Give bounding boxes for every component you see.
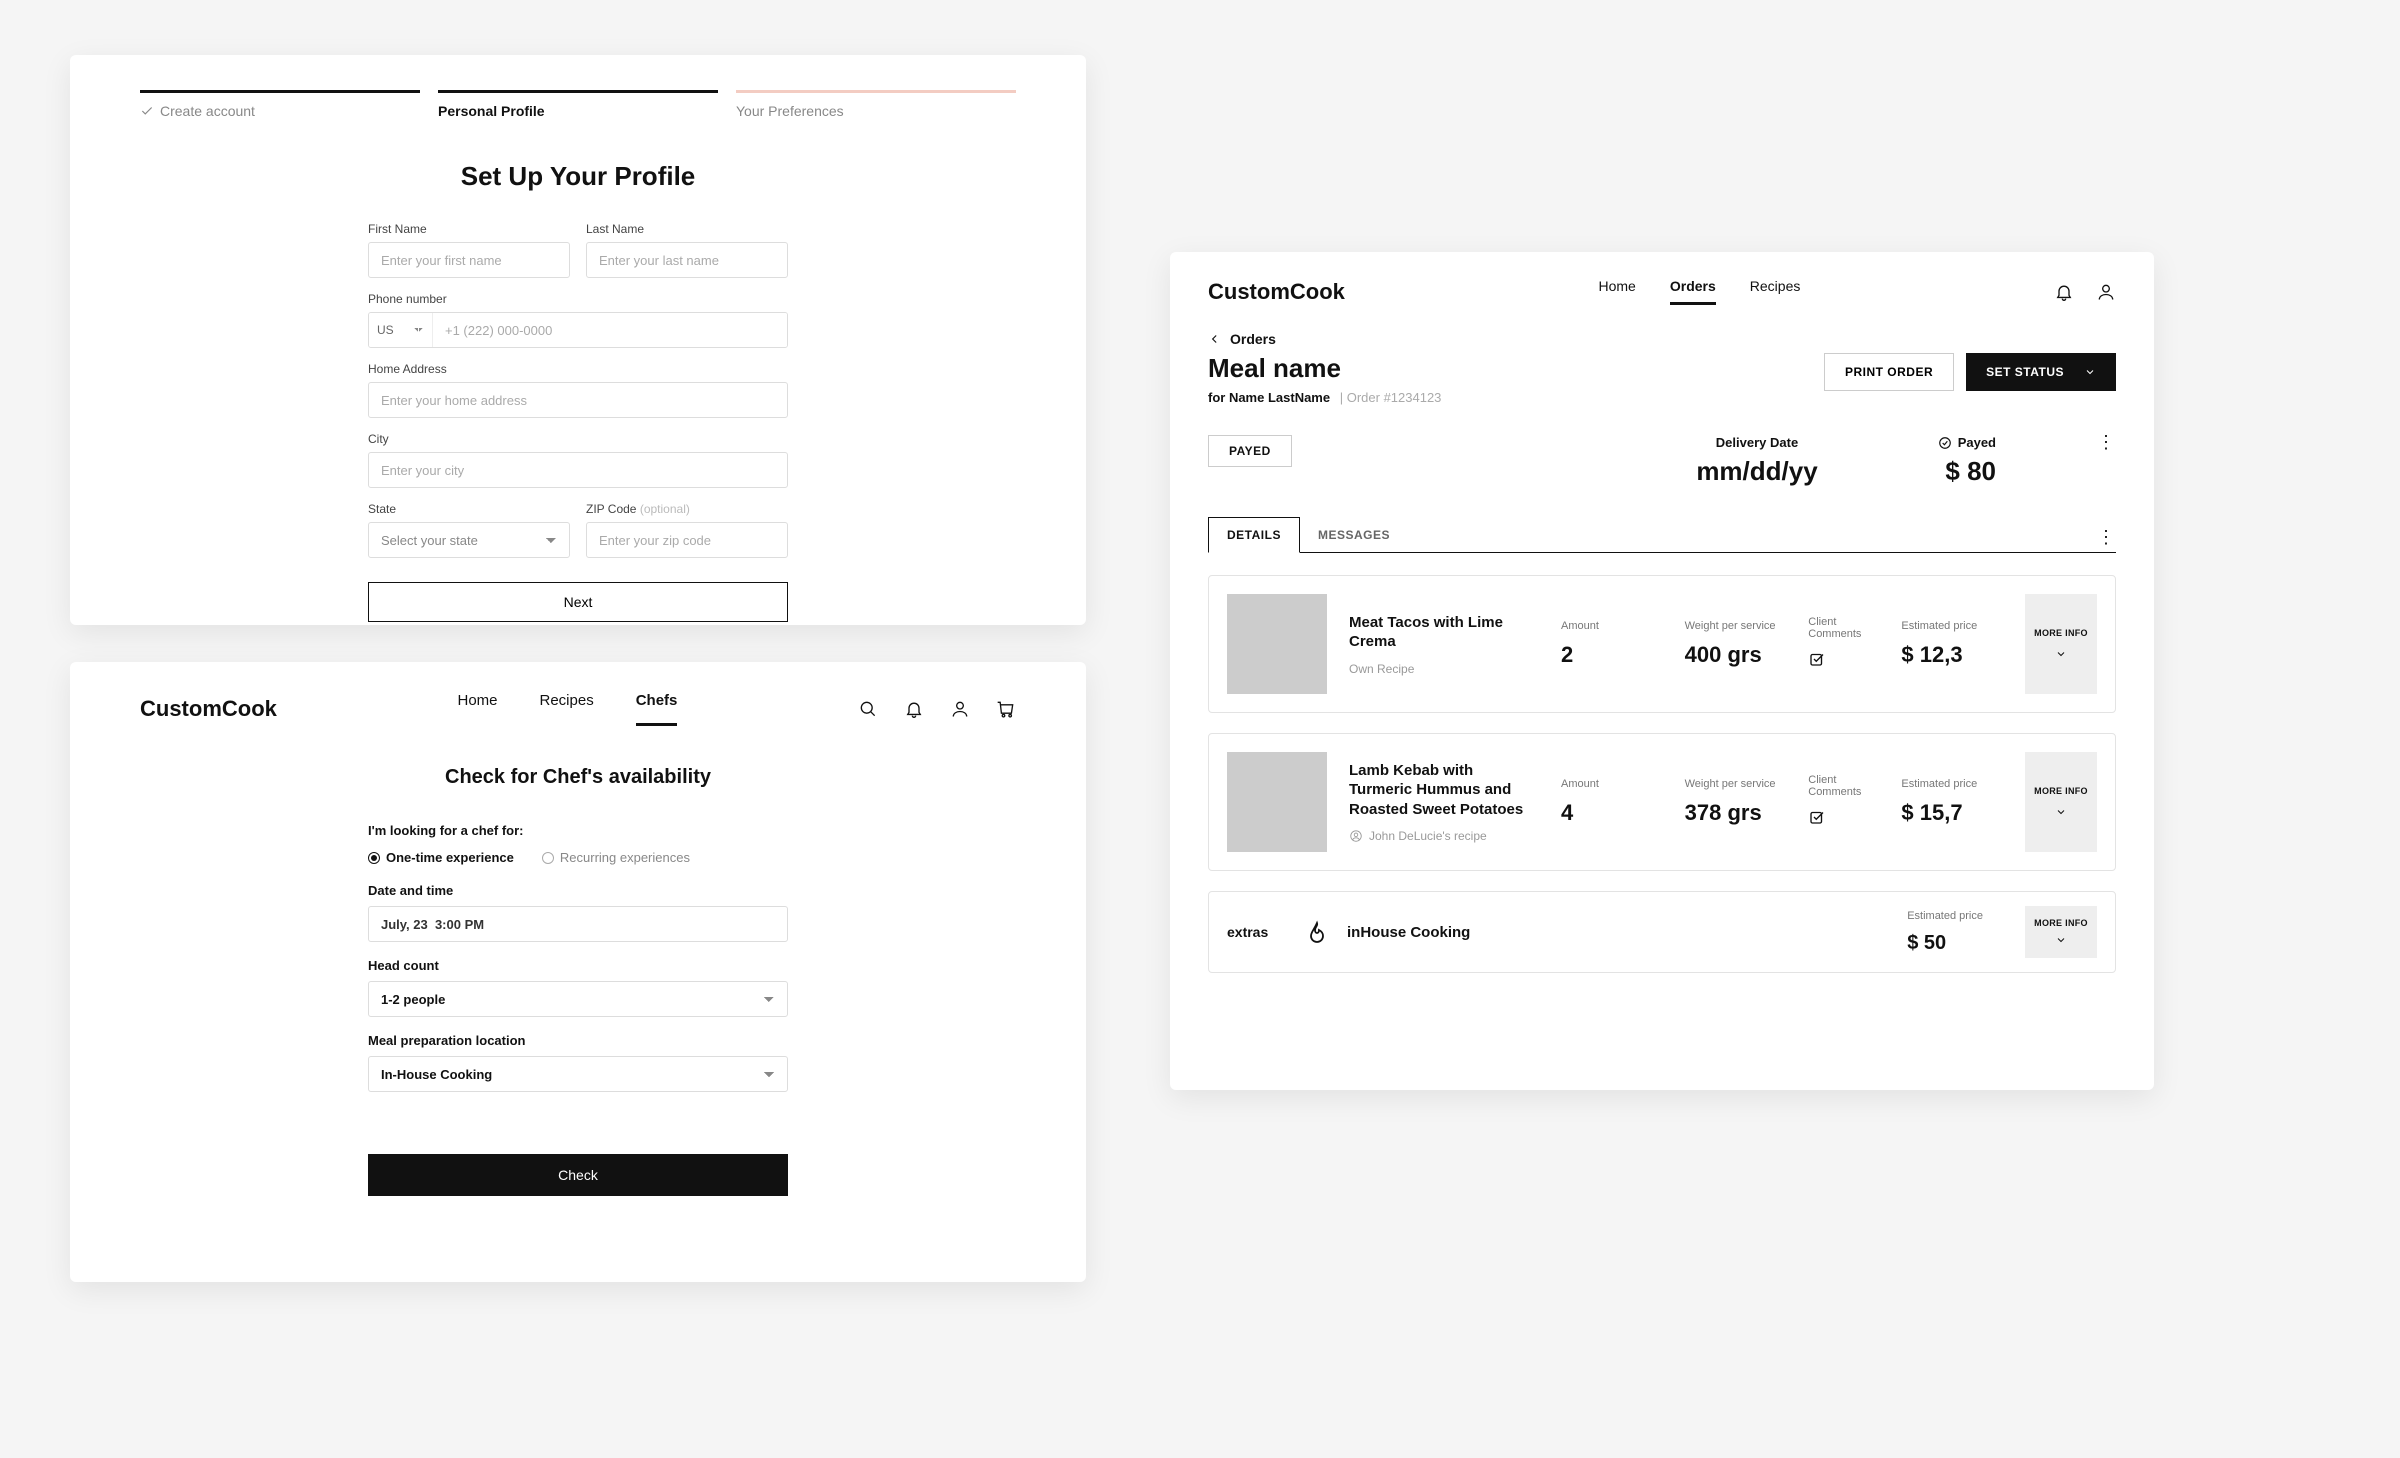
extras-name: inHouse Cooking xyxy=(1347,924,1889,941)
step-create-account[interactable]: Create account xyxy=(140,90,420,119)
extras-label: extras xyxy=(1227,924,1287,940)
last-name-label: Last Name xyxy=(586,222,788,236)
item-price: $ 12,3 xyxy=(1901,642,2003,668)
more-menu-icon[interactable]: ⋮ xyxy=(2096,530,2116,552)
more-info-button[interactable]: MORE INFO xyxy=(2025,594,2097,694)
first-name-label: First Name xyxy=(368,222,570,236)
extras-price: $ 50 xyxy=(1907,932,1983,955)
state-label: State xyxy=(368,502,570,516)
comments-icon[interactable] xyxy=(1808,808,1879,831)
radio-recurring[interactable]: Recurring experiences xyxy=(542,850,690,865)
location-label: Meal preparation location xyxy=(368,1033,788,1048)
bell-icon[interactable] xyxy=(2054,282,2074,302)
item-name: Meat Tacos with Lime Crema xyxy=(1349,613,1539,652)
brand-logo[interactable]: CustomCook xyxy=(1208,279,1345,305)
delivery-date-value: mm/dd/yy xyxy=(1696,456,1817,487)
arrow-left-icon xyxy=(1208,332,1222,346)
status-chip: PAYED xyxy=(1208,435,1292,467)
check-icon xyxy=(140,104,154,118)
step-label: Personal Profile xyxy=(438,103,545,119)
bell-icon[interactable] xyxy=(904,699,924,719)
state-select[interactable]: Select your state xyxy=(368,522,570,558)
page-title: Set Up Your Profile xyxy=(140,161,1016,192)
extras-row: extras inHouse Cooking Estimated price $… xyxy=(1208,891,2116,973)
check-button[interactable]: Check xyxy=(368,1154,788,1196)
date-label: Date and time xyxy=(368,883,788,898)
check-circle-icon xyxy=(1938,436,1952,450)
radio-one-time[interactable]: One-time experience xyxy=(368,850,514,865)
city-input[interactable] xyxy=(368,452,788,488)
order-title: Meal name xyxy=(1208,353,1441,384)
back-link[interactable]: Orders xyxy=(1208,331,2116,347)
chevron-down-icon xyxy=(2055,648,2067,660)
nav-recipes[interactable]: Recipes xyxy=(540,692,594,726)
looking-for-label: I'm looking for a chef for: xyxy=(368,823,788,838)
step-label: Your Preferences xyxy=(736,103,844,119)
zip-input[interactable] xyxy=(586,522,788,558)
nav-orders[interactable]: Orders xyxy=(1670,278,1716,305)
item-recipe: John DeLucie's recipe xyxy=(1349,829,1539,843)
step-preferences[interactable]: Your Preferences xyxy=(736,90,1016,119)
order-detail-panel: CustomCook Home Orders Recipes Orders Me… xyxy=(1170,252,2154,1090)
profile-setup-panel: Create account Personal Profile Your Pre… xyxy=(70,55,1086,625)
item-amount: 4 xyxy=(1561,800,1663,826)
zip-label: ZIP Code (optional) xyxy=(586,502,788,516)
item-name: Lamb Kebab with Turmeric Hummus and Roas… xyxy=(1349,761,1539,820)
item-thumbnail xyxy=(1227,752,1327,852)
item-price: $ 15,7 xyxy=(1901,800,2003,826)
item-weight: 378 grs xyxy=(1685,800,1787,826)
tab-messages[interactable]: MESSAGES xyxy=(1300,518,1408,552)
order-item: Meat Tacos with Lime Crema Own Recipe Am… xyxy=(1208,575,2116,713)
phone-input[interactable] xyxy=(433,313,787,347)
item-weight: 400 grs xyxy=(1685,642,1787,668)
user-circle-icon xyxy=(1349,829,1363,843)
country-code-select[interactable]: US xyxy=(369,313,433,347)
address-input[interactable] xyxy=(368,382,788,418)
headcount-label: Head count xyxy=(368,958,788,973)
order-item: Lamb Kebab with Turmeric Hummus and Roas… xyxy=(1208,733,2116,871)
step-personal-profile[interactable]: Personal Profile xyxy=(438,90,718,119)
set-status-button[interactable]: SET STATUS xyxy=(1966,353,2116,391)
next-button[interactable]: Next xyxy=(368,582,788,622)
fire-icon xyxy=(1305,920,1329,944)
item-amount: 2 xyxy=(1561,642,1663,668)
payed-value: $ 80 xyxy=(1938,456,1996,487)
comments-icon[interactable] xyxy=(1808,650,1879,673)
nav-chefs[interactable]: Chefs xyxy=(636,692,678,726)
chevron-down-icon xyxy=(2055,934,2067,946)
more-info-button[interactable]: MORE INFO xyxy=(2025,906,2097,958)
more-menu-icon[interactable]: ⋮ xyxy=(2096,435,2116,449)
address-label: Home Address xyxy=(368,362,788,376)
nav-home[interactable]: Home xyxy=(1599,278,1636,305)
stepper: Create account Personal Profile Your Pre… xyxy=(140,90,1016,119)
cart-icon[interactable] xyxy=(996,699,1016,719)
headcount-select[interactable]: 1-2 people xyxy=(368,981,788,1017)
chevron-down-icon xyxy=(2055,806,2067,818)
item-thumbnail xyxy=(1227,594,1327,694)
chef-availability-panel: CustomCook Home Recipes Chefs Check for … xyxy=(70,662,1086,1282)
brand-logo[interactable]: CustomCook xyxy=(140,696,277,722)
payed-label: Payed xyxy=(1938,435,1996,450)
location-select[interactable]: In-House Cooking xyxy=(368,1056,788,1092)
nav-recipes[interactable]: Recipes xyxy=(1750,278,1801,305)
chevron-down-icon xyxy=(2084,366,2096,378)
tab-details[interactable]: DETAILS xyxy=(1208,517,1300,553)
nav-home[interactable]: Home xyxy=(457,692,497,726)
phone-label: Phone number xyxy=(368,292,788,306)
first-name-input[interactable] xyxy=(368,242,570,278)
last-name-input[interactable] xyxy=(586,242,788,278)
city-label: City xyxy=(368,432,788,446)
more-info-button[interactable]: MORE INFO xyxy=(2025,752,2097,852)
search-icon[interactable] xyxy=(858,699,878,719)
item-recipe: Own Recipe xyxy=(1349,662,1539,676)
user-icon[interactable] xyxy=(950,699,970,719)
delivery-date-label: Delivery Date xyxy=(1696,435,1817,450)
step-label: Create account xyxy=(160,103,255,119)
date-input[interactable] xyxy=(368,906,788,942)
print-order-button[interactable]: PRINT ORDER xyxy=(1824,353,1954,391)
order-subtitle: for Name LastName | Order #1234123 xyxy=(1208,390,1441,405)
page-title: Check for Chef's availability xyxy=(140,766,1016,789)
user-icon[interactable] xyxy=(2096,282,2116,302)
